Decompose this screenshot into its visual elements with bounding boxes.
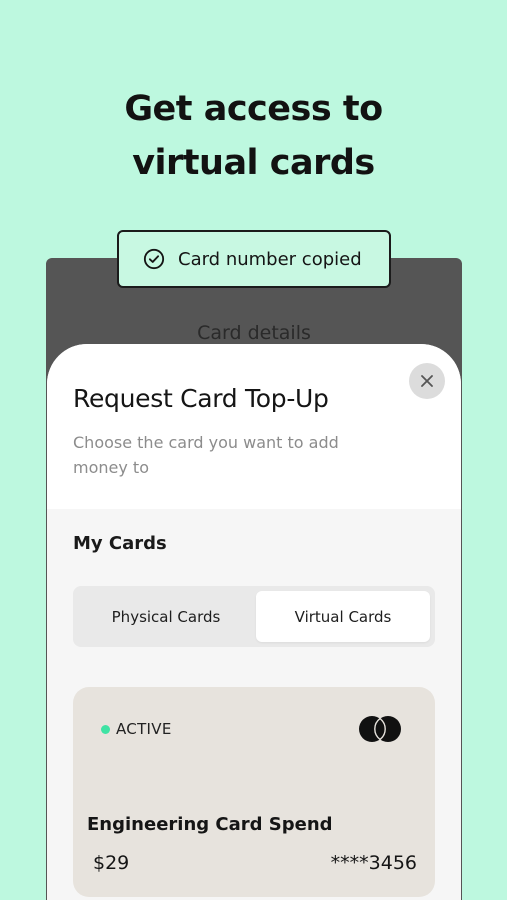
tab-virtual-cards[interactable]: Virtual Cards xyxy=(256,591,430,642)
top-up-sheet: Request Card Top-Up Choose the card you … xyxy=(47,344,461,900)
sheet-subtitle: Choose the card you want to add money to xyxy=(73,430,393,480)
card-number: ****3456 xyxy=(330,852,417,874)
my-cards-label: My Cards xyxy=(73,533,167,554)
card-status-text: ACTIVE xyxy=(116,720,172,738)
card-balance: $29 xyxy=(93,852,130,874)
sheet-title: Request Card Top-Up xyxy=(73,384,329,413)
card-status-badge: ACTIVE xyxy=(101,720,172,738)
card-details-title: Card details xyxy=(197,322,311,344)
check-circle-icon xyxy=(143,248,165,270)
sheet-header: Request Card Top-Up Choose the card you … xyxy=(47,344,461,509)
sheet-subtitle-line-2: money to xyxy=(73,458,149,477)
headline: Get access to virtual cards xyxy=(0,82,507,190)
close-button[interactable] xyxy=(409,363,445,399)
card-name: Engineering Card Spend xyxy=(87,814,333,835)
status-dot xyxy=(101,724,110,734)
headline-line-2: virtual cards xyxy=(132,143,375,183)
close-icon xyxy=(421,375,433,387)
sheet-subtitle-line-1: Choose the card you want to add xyxy=(73,433,339,452)
card-type-tabs: Physical Cards Virtual Cards xyxy=(73,586,435,647)
mastercard-logo-icon xyxy=(359,716,401,742)
tab-physical-cards[interactable]: Physical Cards xyxy=(78,591,254,642)
virtual-card-item[interactable]: ACTIVE Engineering Card Spend $29 ****34… xyxy=(73,687,435,897)
toast-text: Card number copied xyxy=(178,248,362,270)
headline-line-1: Get access to xyxy=(124,89,383,129)
copied-toast: Card number copied xyxy=(117,230,391,288)
